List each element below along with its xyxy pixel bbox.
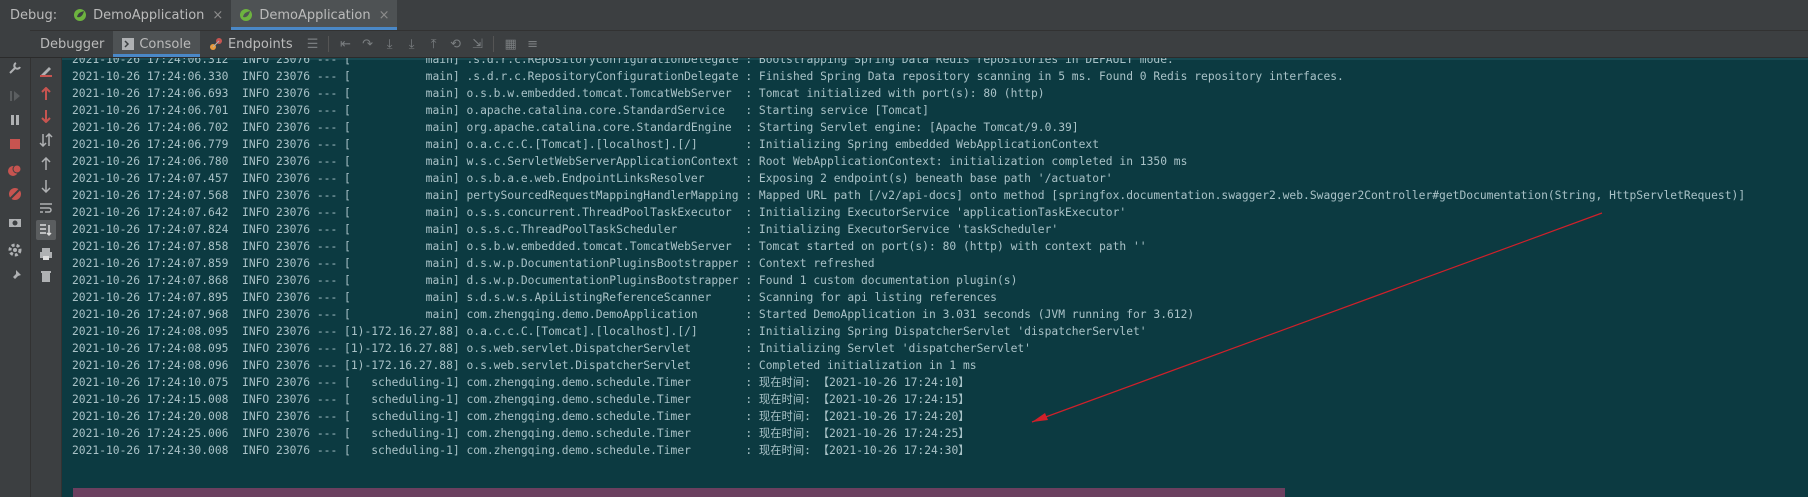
annotation-arrow: [1031, 212, 1603, 423]
drop-frame-icon[interactable]: ⟲: [445, 33, 467, 55]
spring-boot-icon: [74, 9, 87, 21]
show-execution-point-icon[interactable]: ⇤: [335, 33, 357, 55]
soft-wrap-icon[interactable]: [36, 198, 56, 218]
console-output[interactable]: 2021-10-26 17:24:06.312 INFO 23076 --- […: [62, 58, 1808, 497]
clear-all-icon[interactable]: [36, 60, 56, 80]
scroll-to-end-icon[interactable]: [36, 220, 56, 240]
tab-console-label: Console: [139, 36, 191, 52]
sort-icon[interactable]: [36, 130, 56, 150]
debug-toolbar: Debugger Console Endpoints ☰ ⇤ ↷ ⤓ ⤓ ⤒ ⟲…: [0, 31, 1808, 58]
wrench-icon[interactable]: [5, 58, 25, 78]
trash-icon[interactable]: [36, 266, 56, 286]
down-stack-icon[interactable]: [36, 176, 56, 196]
tab-demo-application-2[interactable]: DemoApplication ×: [231, 0, 398, 30]
close-icon[interactable]: ×: [379, 8, 390, 23]
console-icon: [122, 38, 135, 50]
tab-console[interactable]: Console: [113, 31, 200, 57]
stop-icon[interactable]: [5, 134, 25, 154]
evaluate-expression-icon[interactable]: ▦: [500, 33, 522, 55]
tab-debugger[interactable]: Debugger: [31, 31, 113, 57]
close-icon[interactable]: ×: [212, 8, 223, 23]
up-arrow-icon[interactable]: [36, 84, 56, 104]
debug-tab-bar: Debug: DemoApplication × DemoApplication…: [0, 0, 1808, 31]
tab-demo-application-1[interactable]: DemoApplication ×: [65, 0, 231, 30]
tab-label: DemoApplication: [93, 7, 205, 23]
trace-icon[interactable]: ≡: [522, 33, 544, 55]
camera-icon[interactable]: [5, 212, 25, 232]
view-breakpoints-icon[interactable]: [5, 160, 25, 180]
up-stack-icon[interactable]: [36, 154, 56, 174]
tab-endpoints[interactable]: Endpoints: [200, 31, 302, 57]
debug-actions-gutter: [0, 30, 31, 497]
debug-label: Debug:: [10, 7, 58, 23]
settings-icon[interactable]: [5, 240, 25, 260]
print-icon[interactable]: [36, 244, 56, 264]
arrow-line: [1031, 212, 1603, 423]
step-out-icon[interactable]: ⤒: [423, 33, 445, 55]
console-actions-gutter: [31, 58, 62, 497]
pin-icon[interactable]: [5, 266, 25, 286]
endpoints-icon: [209, 38, 222, 50]
down-arrow-icon[interactable]: [36, 106, 56, 126]
step-into-icon[interactable]: ⤓: [379, 33, 401, 55]
tab-endpoints-label: Endpoints: [227, 36, 293, 52]
force-step-into-icon[interactable]: ⤓: [401, 33, 423, 55]
tab-label: DemoApplication: [259, 7, 371, 23]
step-over-icon[interactable]: ↷: [357, 33, 379, 55]
run-to-cursor-icon[interactable]: ⇲: [467, 33, 489, 55]
hamburger-menu-icon[interactable]: ☰: [302, 33, 324, 55]
mute-breakpoints-icon[interactable]: [5, 184, 25, 204]
pause-icon[interactable]: [5, 110, 25, 130]
tab-debugger-label: Debugger: [40, 36, 105, 52]
spring-boot-icon: [240, 9, 253, 21]
resume-icon[interactable]: [5, 86, 25, 106]
arrow-head: [1032, 413, 1048, 422]
